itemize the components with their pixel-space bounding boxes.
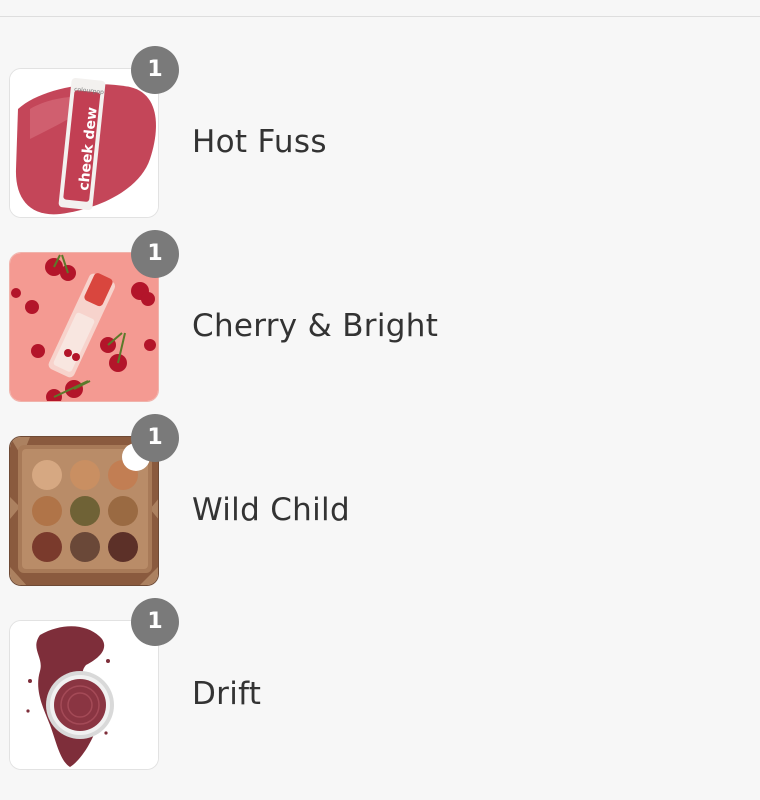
- product-thumbnail[interactable]: [9, 620, 159, 770]
- quantity-badge: 1: [131, 230, 179, 278]
- product-thumbnail[interactable]: [9, 436, 159, 586]
- list-item[interactable]: cheek dew colourpop 1 Hot Fuss: [0, 46, 760, 220]
- product-thumbnail[interactable]: cheek dew colourpop: [9, 68, 159, 218]
- product-name[interactable]: Drift: [192, 676, 261, 712]
- top-divider: [0, 16, 760, 17]
- product-name[interactable]: Cherry & Bright: [192, 308, 438, 344]
- product-name[interactable]: Wild Child: [192, 492, 350, 528]
- quantity-badge: 1: [131, 598, 179, 646]
- list-item[interactable]: 1 Drift: [0, 598, 760, 772]
- quantity-badge: 1: [131, 414, 179, 462]
- product-thumbnail[interactable]: [9, 252, 159, 402]
- quantity-badge: 1: [131, 46, 179, 94]
- list-item[interactable]: 1 Wild Child: [0, 414, 760, 588]
- list-item[interactable]: 1 Cherry & Bright: [0, 230, 760, 404]
- product-name[interactable]: Hot Fuss: [192, 124, 327, 160]
- cart-items-page: cheek dew colourpop 1 Hot Fuss 1 Cherry …: [0, 0, 760, 800]
